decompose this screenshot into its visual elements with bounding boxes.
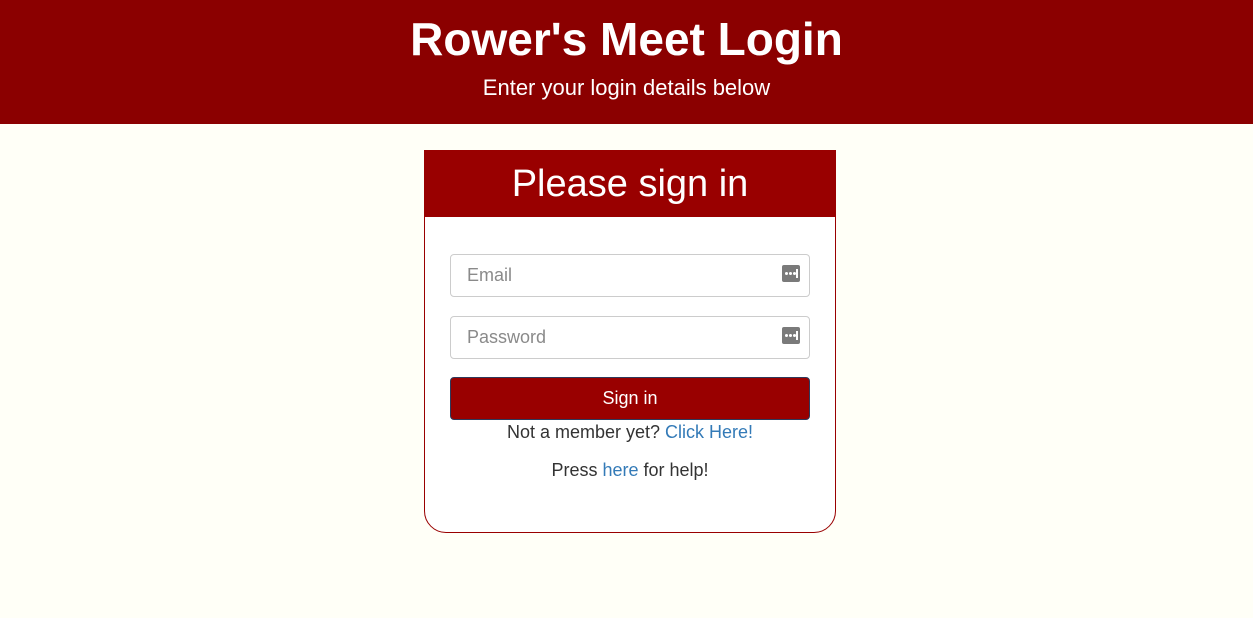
signin-card: Please sign in Sign in Not a member yet?… bbox=[424, 150, 836, 533]
signin-card-title: Please sign in bbox=[425, 151, 835, 217]
email-field[interactable] bbox=[450, 254, 810, 297]
password-manager-icon[interactable] bbox=[782, 265, 800, 282]
help-prompt-prefix: Press bbox=[551, 460, 603, 480]
signin-button[interactable]: Sign in bbox=[450, 377, 810, 420]
password-field[interactable] bbox=[450, 316, 810, 359]
help-prompt-suffix: for help! bbox=[638, 460, 709, 480]
register-prompt-text: Not a member yet? bbox=[506, 422, 666, 442]
password-input[interactable] bbox=[451, 317, 767, 358]
password-manager-icon[interactable] bbox=[782, 327, 800, 344]
help-link[interactable]: here bbox=[602, 460, 638, 480]
help-prompt: Press here for help! bbox=[425, 460, 835, 481]
page-title: Rower's Meet Login bbox=[410, 13, 843, 65]
email-input[interactable] bbox=[451, 255, 767, 296]
register-prompt: Not a member yet? Click Here! bbox=[425, 422, 835, 443]
register-link[interactable]: Click Here! bbox=[665, 422, 753, 442]
page-subtitle: Enter your login details below bbox=[482, 75, 771, 100]
page-header: Rower's Meet Login Enter your login deta… bbox=[0, 0, 1253, 124]
